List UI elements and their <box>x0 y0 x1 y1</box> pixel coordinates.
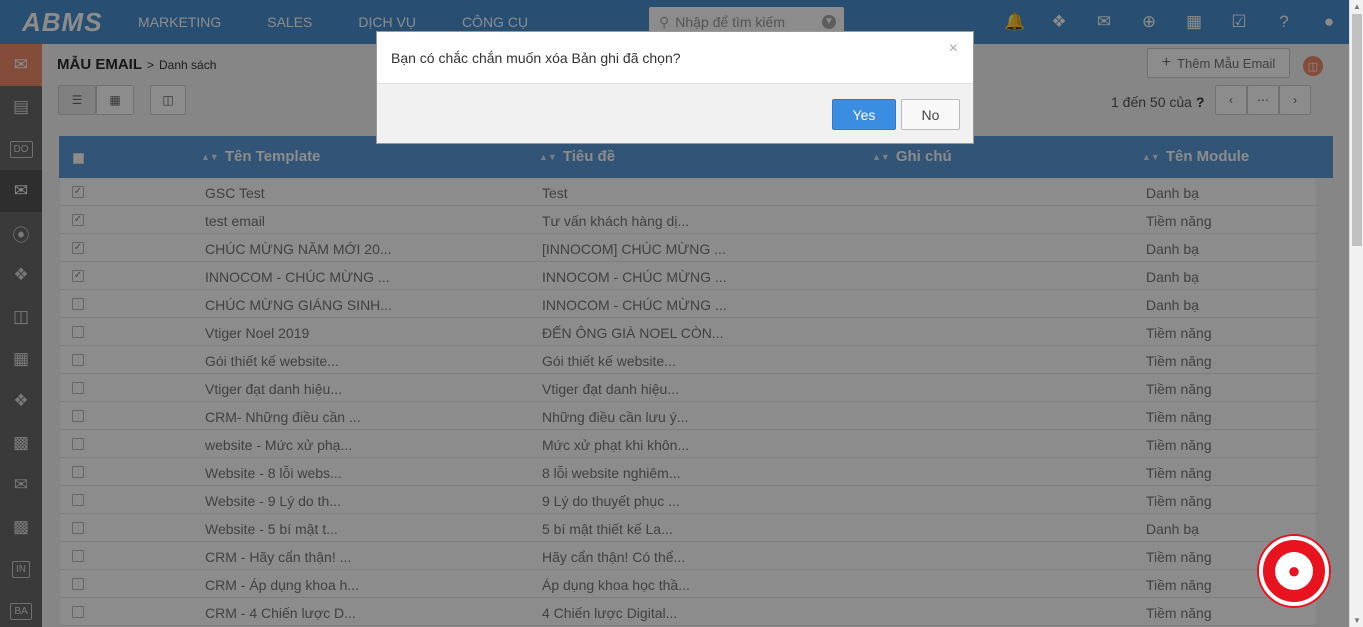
confirm-delete-dialog: Bạn có chắc chắn muốn xóa Bản ghi đã chọ… <box>376 31 974 144</box>
user-icon: ● <box>1275 552 1313 590</box>
close-icon[interactable]: × <box>949 40 958 58</box>
no-button[interactable]: No <box>901 99 960 130</box>
dialog-message: Bạn có chắc chắn muốn xóa Bản ghi đã chọ… <box>391 50 681 66</box>
yes-button[interactable]: Yes <box>832 99 896 130</box>
dialog-footer: Yes No <box>377 83 973 143</box>
scroll-down-icon[interactable]: ▼ <box>1353 616 1361 625</box>
page-scrollbar[interactable]: ▲ ▼ <box>1349 0 1363 627</box>
scroll-up-icon[interactable]: ▲ <box>1353 2 1361 11</box>
chat-widget-button[interactable]: ● <box>1259 536 1329 606</box>
scrollbar-thumb[interactable] <box>1352 14 1362 246</box>
